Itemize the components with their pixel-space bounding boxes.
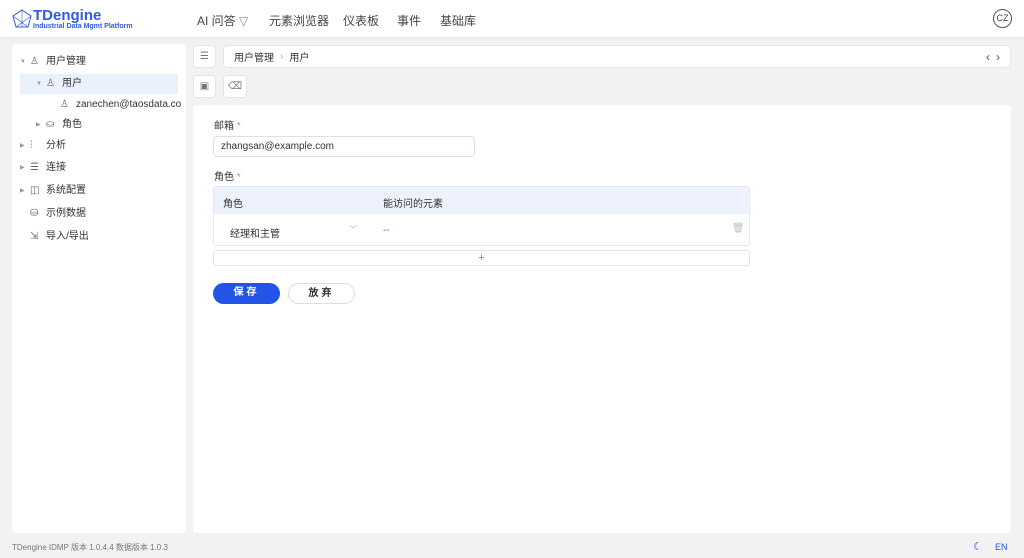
top-header: TDengine Industrial Data Mgmt Platform A… [0,0,1024,37]
caret-down-icon: ▼ [36,81,42,87]
sidebar-item-label: 导入/导出 [46,231,89,242]
discard-icon: ⌫ [227,81,243,92]
sidebar-item-system-config[interactable]: ▶ ◫ 系统配置 [20,181,86,201]
person-icon: ♙ [60,99,69,110]
column-header-elements: 能访问的元素 [383,199,443,210]
nav-element-browser[interactable]: 元素浏览器 [269,12,329,29]
accessible-elements-value: -- [383,225,390,236]
dark-mode-icon[interactable]: ☾ [973,540,983,553]
sidebar: ▼ ♙ 用户管理 ▼ ♙ 用户 ♙ zanechen@taosdata.co ▶ ⛀ 角色 ▶… [12,44,186,533]
sidebar-item-users[interactable]: ▼ ♙ 用户 [20,74,178,94]
sidebar-item-label: 用户 [62,78,82,89]
avatar[interactable]: CZ [993,9,1012,28]
logo-subtitle: Industrial Data Mgmt Platform [33,23,133,30]
caret-right-icon: ▶ [20,188,25,194]
column-header-role: 角色 [223,199,243,210]
collapse-menu-icon: ☰ [200,51,209,62]
plus-icon: + [478,252,485,264]
role-label: 角色 * [214,172,241,183]
sidebar-item-import-export[interactable]: ⇲ 导入/导出 [30,227,89,247]
roles-table: 角色 能访问的元素 经理和主管 ﹀ -- 🗑 [213,186,750,246]
chart-icon: ⫶ [30,140,33,151]
email-label: 邮箱 * [214,121,241,132]
sidebar-item-user-management[interactable]: ▼ ♙ 用户管理 [20,52,86,72]
sidebar-item-label: 角色 [62,119,82,130]
sidebar-item-label: 示例数据 [46,208,86,219]
breadcrumb-item[interactable]: 用户管理 [234,49,274,64]
nav-dashboard[interactable]: 仪表板 [343,12,379,29]
breadcrumb: 用户管理 › 用户 ‹ › [223,45,1011,68]
settings-icon: ◫ [30,185,40,196]
nav-library[interactable]: 基础库 [440,12,476,29]
logo-icon [12,9,32,28]
sidebar-item-label: 分析 [46,140,66,151]
main-panel: 邮箱 * 角色 * 角色 能访问的元素 经理和主管 ﹀ -- 🗑 + 保存 放弃 [193,105,1011,533]
save-icon-button[interactable]: ▣ [193,75,216,98]
table-header: 角色 能访问的元素 [214,187,749,214]
chevron-down-icon: ﹀ [349,225,357,234]
users-icon: ♙ [30,56,39,67]
logo-title: TDengine [33,7,102,24]
discard-icon-button[interactable]: ⌫ [223,75,247,98]
caret-right-icon: ▶ [20,143,25,149]
caret-right-icon: ▶ [20,165,25,171]
caret-down-icon: ▼ [20,59,26,65]
connection-icon: ☰ [30,162,39,173]
sidebar-item-user-zanechen[interactable]: ♙ zanechen@taosdata.co [60,95,181,115]
add-role-button[interactable]: + [213,250,750,266]
discard-button[interactable]: 放弃 [288,283,355,304]
nav-ai-qa[interactable]: AI 问答 ▽ [197,12,248,29]
email-input[interactable] [213,136,475,157]
toggle-sidebar-button[interactable]: ☰ [193,45,216,68]
database-icon: ⛁ [30,208,39,219]
sidebar-item-analysis[interactable]: ▶ ⫶ 分析 [20,136,66,156]
version-text: TDengine IDMP 版本 1.0.4.4 数据版本 1.0.3 [12,543,168,552]
role-icon: ⛀ [46,119,55,130]
sidebar-item-sample-data[interactable]: ⛁ 示例数据 [30,204,86,224]
user-icon: ♙ [46,78,55,89]
ai-icon: ▽ [239,14,249,28]
sidebar-item-connections[interactable]: ▶ ☰ 连接 [20,158,66,178]
next-icon[interactable]: › [996,50,1000,64]
save-icon: ▣ [199,81,210,92]
role-select-value: 经理和主管 [230,229,280,240]
breadcrumb-separator-icon: › [280,51,284,62]
sidebar-item-label: 系统配置 [46,185,86,196]
sidebar-item-roles[interactable]: ▶ ⛀ 角色 [36,115,82,135]
role-select[interactable]: 经理和主管 ﹀ [223,218,363,242]
nav-events[interactable]: 事件 [397,12,421,29]
table-row: 经理和主管 ﹀ -- 🗑 [214,214,749,245]
delete-icon[interactable]: 🗑 [732,223,745,234]
caret-right-icon: ▶ [36,122,41,128]
prev-icon[interactable]: ‹ [986,50,990,64]
sidebar-item-label: 用户管理 [46,56,86,67]
nav-label: AI 问答 [197,14,236,28]
save-button[interactable]: 保存 [213,283,280,304]
sidebar-item-label: 连接 [46,162,66,173]
sidebar-item-label: zanechen@taosdata.co [76,99,182,110]
language-toggle[interactable]: EN [995,542,1008,552]
import-export-icon: ⇲ [30,231,39,242]
breadcrumb-item-current: 用户 [289,53,310,64]
